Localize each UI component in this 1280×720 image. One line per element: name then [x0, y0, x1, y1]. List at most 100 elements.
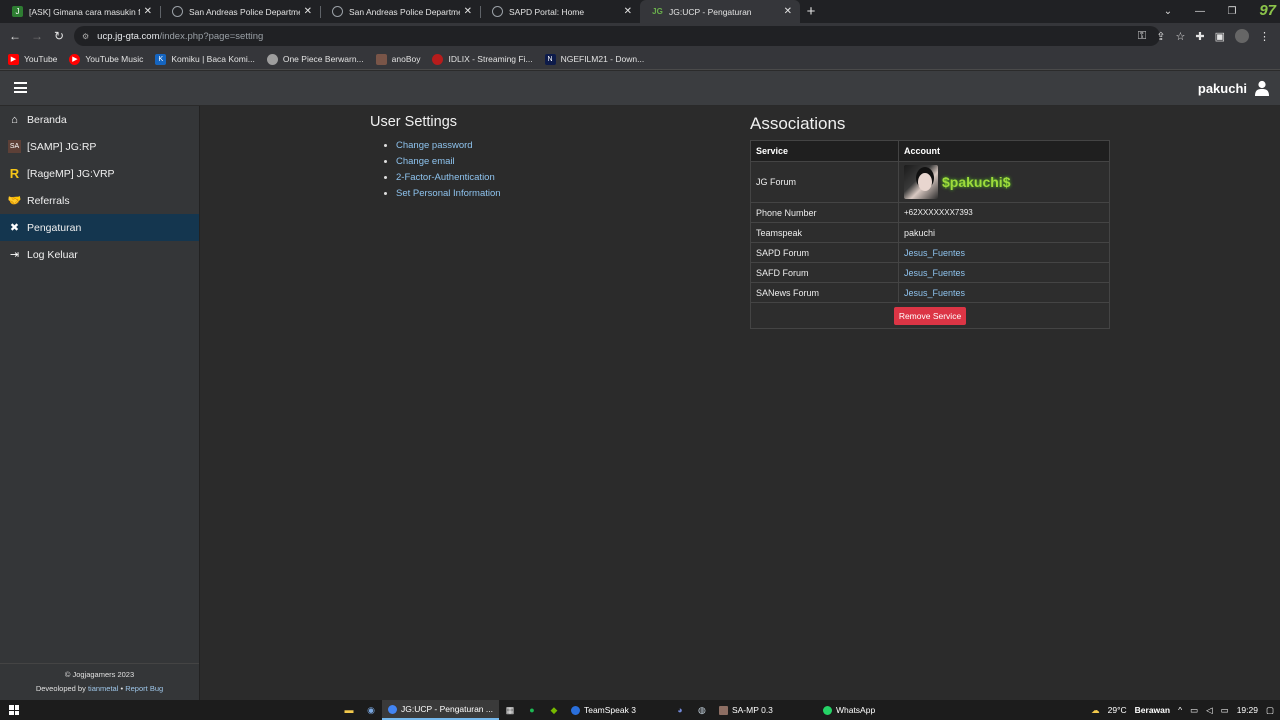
two-factor-link[interactable]: 2-Factor-Authentication — [396, 172, 495, 183]
back-icon[interactable]: ← — [4, 29, 26, 43]
sidebar-item-samp[interactable]: SA [SAMP] JG:RP — [0, 133, 199, 160]
sidebar-item-log-keluar[interactable]: ⇥ Log Keluar — [0, 241, 199, 268]
bookmark-item[interactable]: K Komiku | Baca Komi... — [155, 53, 255, 65]
bookmark-item[interactable]: anoBoy — [375, 53, 420, 65]
close-icon[interactable]: ✕ — [784, 6, 792, 17]
ragemp-icon: R — [9, 166, 20, 181]
close-icon[interactable]: ✕ — [304, 6, 312, 17]
forward-icon[interactable]: → — [26, 29, 48, 43]
report-bug-link[interactable]: Report Bug — [125, 684, 163, 693]
site-info-icon[interactable]: ⚙ — [82, 32, 89, 41]
bookmark-label: Komiku | Baca Komi... — [171, 54, 255, 64]
discord-icon[interactable]: ◕ — [669, 702, 691, 718]
footer-separator: • — [120, 684, 124, 693]
tab-search-icon[interactable]: ⌄ — [1152, 6, 1184, 17]
jg-icon: JG — [652, 7, 663, 16]
table-header-row: Service Account — [750, 140, 1110, 162]
windows-taskbar: ▬ ◉ JG:UCP - Pengaturan ... ▦ ● ◆ TeamSp… — [0, 700, 1280, 720]
user-icon[interactable] — [1255, 80, 1269, 96]
developer-link[interactable]: tianmetal — [88, 684, 118, 693]
taskbar-app-chrome[interactable]: JG:UCP - Pengaturan ... — [382, 700, 499, 720]
sidebar: ⌂ Beranda SA [SAMP] JG:RP R [RageMP] JG:… — [0, 106, 200, 700]
weather-cloud-icon[interactable]: ☁ — [1091, 705, 1100, 716]
sign-out-icon: ⇥ — [9, 249, 20, 261]
new-tab-button[interactable]: + — [800, 0, 822, 23]
minimize-icon[interactable]: — — [1184, 6, 1216, 17]
sapd-account-link[interactable]: Jesus_Fuentes — [904, 248, 965, 258]
close-icon[interactable]: ✕ — [464, 6, 472, 17]
side-panel-icon[interactable]: ▣ — [1215, 30, 1225, 43]
taskbar-app-teamspeak[interactable]: TeamSpeak 3 — [565, 700, 669, 720]
bookmark-item[interactable]: ▶ YouTube Music — [69, 53, 143, 65]
spotify-icon[interactable]: ● — [521, 702, 543, 718]
browser-tab[interactable]: San Andreas Police Department ✕ — [160, 0, 320, 23]
weather-label[interactable]: Berawan — [1135, 705, 1170, 715]
close-icon[interactable]: ✕ — [624, 6, 632, 17]
bookmark-item[interactable]: One Piece Berwarn... — [266, 53, 364, 65]
taskbar-app-label: WhatsApp — [835, 705, 876, 715]
tab-title: San Andreas Police Department — [349, 6, 460, 17]
share-icon[interactable]: ⇪ — [1156, 30, 1165, 43]
change-password-link[interactable]: Change password — [396, 140, 473, 151]
taskbar-app-samp[interactable]: SA-MP 0.3 — [713, 700, 817, 720]
network-icon[interactable]: ▭ — [1190, 705, 1198, 716]
service-cell: Teamspeak — [750, 222, 899, 243]
ngefilm-icon: N — [544, 53, 556, 65]
personal-info-link[interactable]: Set Personal Information — [396, 188, 501, 199]
bookmark-item[interactable]: N NGEFILM21 - Down... — [544, 53, 644, 65]
bookmark-item[interactable]: IDLIX - Streaming Fi... — [432, 53, 533, 65]
youtube-icon: ▶ — [8, 53, 19, 65]
tab-title: JG:UCP - Pengaturan — [669, 6, 752, 17]
profile-avatar[interactable] — [1235, 29, 1249, 43]
speaker-icon[interactable]: ◁ — [1206, 705, 1213, 716]
extensions-icon[interactable]: ✚ — [1195, 30, 1204, 43]
hamburger-menu-icon[interactable] — [14, 82, 27, 93]
file-explorer-icon[interactable]: ▬ — [338, 702, 360, 718]
remove-service-button[interactable]: Remove Service — [893, 306, 967, 325]
browser-tab[interactable]: SAPD Portal: Home ✕ — [480, 0, 640, 23]
reload-icon[interactable]: ↻ — [48, 29, 70, 43]
table-row: SAFD Forum Jesus_Fuentes — [750, 262, 1110, 283]
sanews-account-link[interactable]: Jesus_Fuentes — [904, 288, 965, 298]
chevron-up-icon[interactable]: ^ — [1178, 705, 1182, 715]
sidebar-item-referrals[interactable]: 🤝 Referrals — [0, 187, 199, 214]
column-header-service: Service — [750, 140, 899, 162]
header-username[interactable]: pakuchi — [1198, 81, 1247, 96]
browser-tab-active[interactable]: JG JG:UCP - Pengaturan ✕ — [640, 0, 800, 23]
key-icon[interactable]: ⚿ — [1138, 30, 1146, 43]
service-cell: SANews Forum — [750, 282, 899, 303]
table-row: JG Forum $pakuchi$ — [750, 161, 1110, 203]
sidebar-item-pengaturan[interactable]: ✖ Pengaturan — [0, 214, 199, 241]
forum-username: $pakuchi$ — [942, 174, 1011, 190]
notification-icon[interactable]: ▢ — [1266, 705, 1274, 716]
browser-tab[interactable]: San Andreas Police Department ✕ — [320, 0, 480, 23]
bookmark-star-icon[interactable]: ☆ — [1176, 30, 1186, 43]
change-email-link[interactable]: Change email — [396, 156, 455, 167]
steam-icon[interactable]: ◍ — [691, 702, 713, 718]
bookmark-item[interactable]: ▶ YouTube — [8, 53, 58, 65]
monitor-icon[interactable]: ▭ — [1221, 705, 1229, 716]
service-cell: Phone Number — [750, 202, 899, 223]
url-host: ucp.jg-gta.com — [97, 30, 160, 42]
taskbar-app-whatsapp[interactable]: WhatsApp — [817, 700, 881, 720]
url-field[interactable]: ⚙ ucp.jg-gta.com/index.php?page=setting — [74, 26, 1160, 46]
calendar-icon[interactable]: ▦ — [499, 702, 521, 718]
restore-icon[interactable]: ❐ — [1216, 6, 1248, 17]
sidebar-item-beranda[interactable]: ⌂ Beranda — [0, 106, 199, 133]
clock[interactable]: 19:29 — [1237, 705, 1258, 715]
app-icon[interactable]: ◉ — [360, 702, 382, 718]
menu-icon[interactable]: ⋮ — [1259, 30, 1270, 43]
associations-table: Service Account JG Forum $pakuchi$ Phone… — [750, 140, 1110, 329]
globe-icon — [172, 6, 183, 17]
nvidia-icon[interactable]: ◆ — [543, 702, 565, 718]
user-settings-list: Change password Change email 2-Factor-Au… — [384, 138, 501, 202]
safd-account-link[interactable]: Jesus_Fuentes — [904, 268, 965, 278]
bookmark-label: YouTube — [24, 54, 58, 64]
browser-tab[interactable]: J [ASK] Gimana cara masukin foru ✕ — [0, 0, 160, 23]
close-icon[interactable]: ✕ — [144, 6, 152, 17]
account-cell: Jesus_Fuentes — [898, 242, 1110, 263]
sidebar-item-label: [SAMP] JG:RP — [27, 140, 97, 153]
sidebar-item-ragemp[interactable]: R [RageMP] JG:VRP — [0, 160, 199, 187]
temperature[interactable]: 29°C — [1108, 705, 1127, 715]
start-button[interactable] — [0, 705, 28, 715]
